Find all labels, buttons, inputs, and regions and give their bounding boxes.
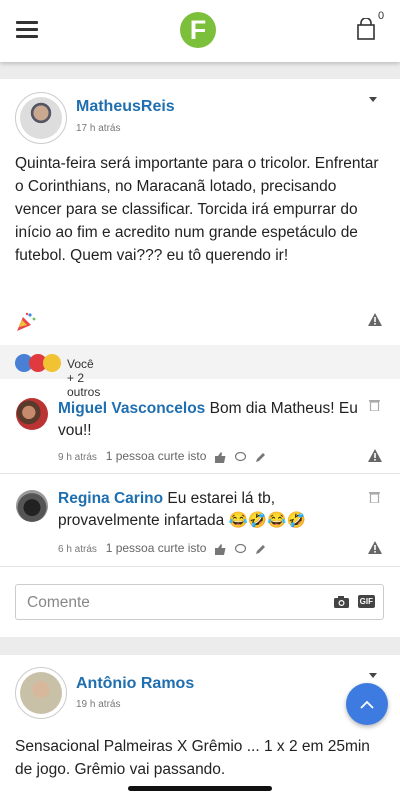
comment-likes[interactable]: 1 pessoa curte isto xyxy=(106,449,207,463)
post-text: Sensacional Palmeiras X Grêmio ... 1 x 2… xyxy=(15,738,370,778)
commenter-name[interactable]: Regina Carino xyxy=(58,490,163,507)
commenter-avatar[interactable] xyxy=(16,398,48,430)
gif-button[interactable]: GIF xyxy=(357,595,375,608)
top-bar: F 0 xyxy=(0,0,400,62)
warning-icon[interactable] xyxy=(368,313,382,326)
post-text: Quinta-feira será importante para o tric… xyxy=(15,155,379,264)
cart-icon[interactable] xyxy=(356,18,376,40)
post-author[interactable]: MatheusReis xyxy=(76,98,175,116)
warning-icon[interactable] xyxy=(368,541,382,554)
comment-meta: 9 h atrás 1 pessoa curte isto xyxy=(58,449,266,463)
reply-icon[interactable] xyxy=(235,452,246,462)
menu-icon[interactable] xyxy=(16,21,38,39)
author-avatar[interactable] xyxy=(15,667,67,719)
reaction-summary-bar[interactable]: Você + 2 outros xyxy=(0,345,400,399)
comment-time: 6 h atrás xyxy=(58,544,97,555)
comment-likes[interactable]: 1 pessoa curte isto xyxy=(106,541,207,555)
post-time: 19 h atrás xyxy=(76,699,121,710)
edit-icon[interactable] xyxy=(255,544,266,555)
post-card: Antônio Ramos 19 h atrás Sensacional Pal… xyxy=(0,655,400,800)
trash-icon[interactable] xyxy=(369,399,380,411)
arrow-up-icon xyxy=(360,700,374,709)
post-card: MatheusReis 17 h atrás Quinta-feira será… xyxy=(0,79,400,637)
reply-icon[interactable] xyxy=(235,544,246,554)
comment-time: 9 h atrás xyxy=(58,452,97,463)
edit-icon[interactable] xyxy=(255,452,266,463)
like-icon[interactable] xyxy=(215,451,226,463)
trash-icon[interactable] xyxy=(369,491,380,503)
party-reaction-icon xyxy=(43,354,61,372)
reaction-summary-text[interactable]: Você + 2 outros xyxy=(67,357,100,399)
commenter-name[interactable]: Miguel Vasconcelos xyxy=(58,400,205,417)
comment-placeholder: Comente xyxy=(27,594,90,611)
warning-icon[interactable] xyxy=(368,449,382,462)
comment-text: Regina Carino Eu estarei lá tb, provavel… xyxy=(58,488,370,532)
comment-meta: 6 h atrás 1 pessoa curte isto xyxy=(58,541,266,555)
cart-count-badge: 0 xyxy=(378,10,385,22)
party-popper-icon xyxy=(17,312,36,331)
author-avatar[interactable] xyxy=(15,92,67,144)
home-indicator xyxy=(128,786,272,791)
scroll-top-button[interactable] xyxy=(346,683,388,725)
app-logo[interactable]: F xyxy=(180,12,216,48)
post-time: 17 h atrás xyxy=(76,123,121,134)
like-icon[interactable] xyxy=(215,543,226,555)
divider xyxy=(0,473,400,474)
caret-down-icon[interactable] xyxy=(369,97,377,102)
post-author[interactable]: Antônio Ramos xyxy=(76,675,194,693)
camera-icon[interactable] xyxy=(334,596,349,608)
commenter-avatar[interactable] xyxy=(16,490,48,522)
caret-down-icon[interactable] xyxy=(369,673,377,678)
divider xyxy=(0,566,400,567)
comment-input[interactable]: Comente GIF xyxy=(15,584,384,620)
comment-text: Miguel Vasconcelos Bom dia Matheus! Eu v… xyxy=(58,398,370,442)
